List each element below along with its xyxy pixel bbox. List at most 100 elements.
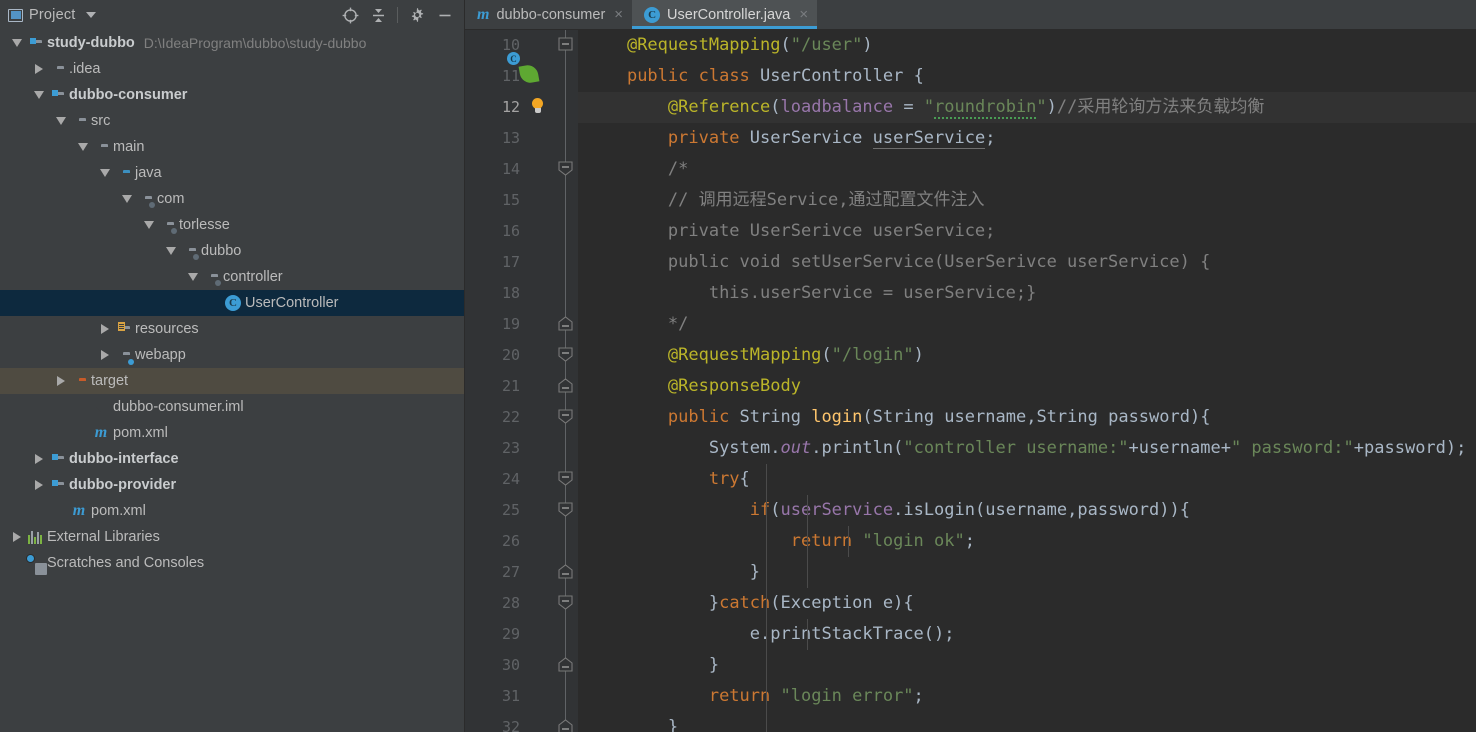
- code-folding-column[interactable]: [553, 712, 578, 732]
- collapse-arrow-icon[interactable]: [8, 30, 25, 56]
- tree-row-com[interactable]: com: [0, 186, 464, 212]
- collapse-arrow-icon[interactable]: [140, 212, 157, 238]
- code-line-13[interactable]: 13 private UserService userService;: [465, 123, 1476, 154]
- code-text[interactable]: }catch(Exception e){: [578, 588, 1476, 619]
- tree-row-controller[interactable]: controller: [0, 264, 464, 290]
- code-line-20[interactable]: 20 @RequestMapping("/login"): [465, 340, 1476, 371]
- code-text[interactable]: }: [578, 712, 1476, 732]
- editor-gutter[interactable]: 12: [465, 92, 553, 123]
- code-folding-column[interactable]: [553, 371, 578, 402]
- collapse-arrow-icon[interactable]: [96, 160, 113, 186]
- tree-row-dubbo-consumer[interactable]: dubbo-consumer: [0, 82, 464, 108]
- code-text[interactable]: this.userService = userService;}: [578, 278, 1476, 309]
- spring-bean-icon[interactable]: C: [507, 52, 542, 87]
- tree-row-java[interactable]: java: [0, 160, 464, 186]
- code-line-23[interactable]: 23 System.out.println("controller userna…: [465, 433, 1476, 464]
- fold-collapse-icon[interactable]: [557, 37, 574, 52]
- code-line-25[interactable]: 25 if(userService.isLogin(username,passw…: [465, 495, 1476, 526]
- code-folding-column[interactable]: [553, 340, 578, 371]
- editor-gutter[interactable]: 27: [465, 557, 553, 588]
- project-title-group[interactable]: Project: [8, 7, 96, 23]
- code-text[interactable]: @RequestMapping("/login"): [578, 340, 1476, 371]
- editor-gutter[interactable]: 23: [465, 433, 553, 464]
- tree-row-dubbo-consumer-iml[interactable]: dubbo-consumer.iml: [0, 394, 464, 420]
- editor-gutter[interactable]: 22: [465, 402, 553, 433]
- code-line-15[interactable]: 15 // 调用远程Service,通过配置文件注入: [465, 185, 1476, 216]
- expand-arrow-icon[interactable]: [30, 446, 47, 472]
- code-line-32[interactable]: 32 }: [465, 712, 1476, 732]
- tree-row-target[interactable]: target: [0, 368, 464, 394]
- editor-gutter[interactable]: 18: [465, 278, 553, 309]
- editor-gutter[interactable]: 14: [465, 154, 553, 185]
- editor-gutter[interactable]: 28: [465, 588, 553, 619]
- collapse-arrow-icon[interactable]: [52, 108, 69, 134]
- fold-expand-icon[interactable]: [557, 378, 574, 393]
- fold-expand-icon[interactable]: [557, 719, 574, 732]
- code-folding-column[interactable]: [553, 154, 578, 185]
- code-folding-column[interactable]: [553, 588, 578, 619]
- editor-gutter[interactable]: 25: [465, 495, 553, 526]
- editor-gutter[interactable]: 15: [465, 185, 553, 216]
- tree-row-src[interactable]: src: [0, 108, 464, 134]
- code-folding-column[interactable]: [553, 247, 578, 278]
- code-line-17[interactable]: 17 public void setUserService(UserSerivc…: [465, 247, 1476, 278]
- collapse-arrow-icon[interactable]: [184, 264, 201, 290]
- tree-row-webapp[interactable]: webapp: [0, 342, 464, 368]
- code-text[interactable]: public class UserController {: [578, 61, 1476, 92]
- collapse-arrow-icon[interactable]: [74, 134, 91, 160]
- code-line-31[interactable]: 31 return "login error";: [465, 681, 1476, 712]
- code-folding-column[interactable]: [553, 526, 578, 557]
- code-folding-column[interactable]: [553, 464, 578, 495]
- tree-row-resources[interactable]: resources: [0, 316, 464, 342]
- code-folding-column[interactable]: [553, 619, 578, 650]
- locate-icon[interactable]: [337, 3, 363, 27]
- code-text[interactable]: }: [578, 557, 1476, 588]
- tree-row-main[interactable]: main: [0, 134, 464, 160]
- code-folding-column[interactable]: [553, 92, 578, 123]
- tree-row-dubbo-provider[interactable]: dubbo-provider: [0, 472, 464, 498]
- tree-row-external-libraries[interactable]: External Libraries: [0, 524, 464, 550]
- editor-gutter[interactable]: 19: [465, 309, 553, 340]
- code-line-24[interactable]: 24 try{: [465, 464, 1476, 495]
- tree-row-pom-xml[interactable]: m pom.xml: [0, 420, 464, 446]
- code-text[interactable]: */: [578, 309, 1476, 340]
- lightbulb-icon[interactable]: [531, 98, 553, 120]
- fold-collapse-icon[interactable]: [557, 161, 574, 176]
- code-folding-column[interactable]: [553, 30, 578, 61]
- code-line-30[interactable]: 30 }: [465, 650, 1476, 681]
- tree-row-dubbo-interface[interactable]: dubbo-interface: [0, 446, 464, 472]
- code-text[interactable]: e.printStackTrace();: [578, 619, 1476, 650]
- editor-gutter[interactable]: 29: [465, 619, 553, 650]
- tree-row-scratches-and-consoles[interactable]: Scratches and Consoles: [0, 550, 464, 576]
- code-folding-column[interactable]: [553, 557, 578, 588]
- code-folding-column[interactable]: [553, 123, 578, 154]
- code-folding-column[interactable]: [553, 650, 578, 681]
- code-folding-column[interactable]: [553, 402, 578, 433]
- code-folding-column[interactable]: [553, 216, 578, 247]
- code-folding-column[interactable]: [553, 309, 578, 340]
- collapse-arrow-icon[interactable]: [118, 186, 135, 212]
- fold-collapse-icon[interactable]: [557, 595, 574, 610]
- expand-arrow-icon[interactable]: [30, 56, 47, 82]
- expand-arrow-icon[interactable]: [30, 472, 47, 498]
- fold-collapse-icon[interactable]: [557, 502, 574, 517]
- code-text[interactable]: // 调用远程Service,通过配置文件注入: [578, 185, 1476, 216]
- code-text[interactable]: public void setUserService(UserSerivce u…: [578, 247, 1476, 278]
- code-text[interactable]: return "login ok";: [578, 526, 1476, 557]
- editor-gutter[interactable]: 17: [465, 247, 553, 278]
- code-line-11[interactable]: 11 C public class UserController {: [465, 52, 1476, 92]
- code-text[interactable]: public String login(String username,Stri…: [578, 402, 1476, 433]
- close-icon[interactable]: ×: [799, 7, 808, 22]
- editor-tab-usercontroller-java[interactable]: C UserController.java ×: [632, 0, 818, 29]
- code-line-29[interactable]: 29 e.printStackTrace();: [465, 619, 1476, 650]
- expand-arrow-icon[interactable]: [96, 342, 113, 368]
- code-folding-column[interactable]: [553, 495, 578, 526]
- code-text[interactable]: @Reference(loadbalance = "roundrobin")//…: [578, 92, 1476, 123]
- code-text[interactable]: /*: [578, 154, 1476, 185]
- tree-row-study-dubbo[interactable]: study-dubbo D:\IdeaProgram\dubbo\study-du…: [0, 30, 464, 56]
- code-line-16[interactable]: 16 private UserSerivce userService;: [465, 216, 1476, 247]
- code-editor[interactable]: 10 @RequestMapping("/user") 11 C public cl…: [465, 30, 1476, 732]
- editor-gutter[interactable]: 16: [465, 216, 553, 247]
- fold-expand-icon[interactable]: [557, 564, 574, 579]
- code-text[interactable]: @RequestMapping("/user"): [578, 30, 1476, 61]
